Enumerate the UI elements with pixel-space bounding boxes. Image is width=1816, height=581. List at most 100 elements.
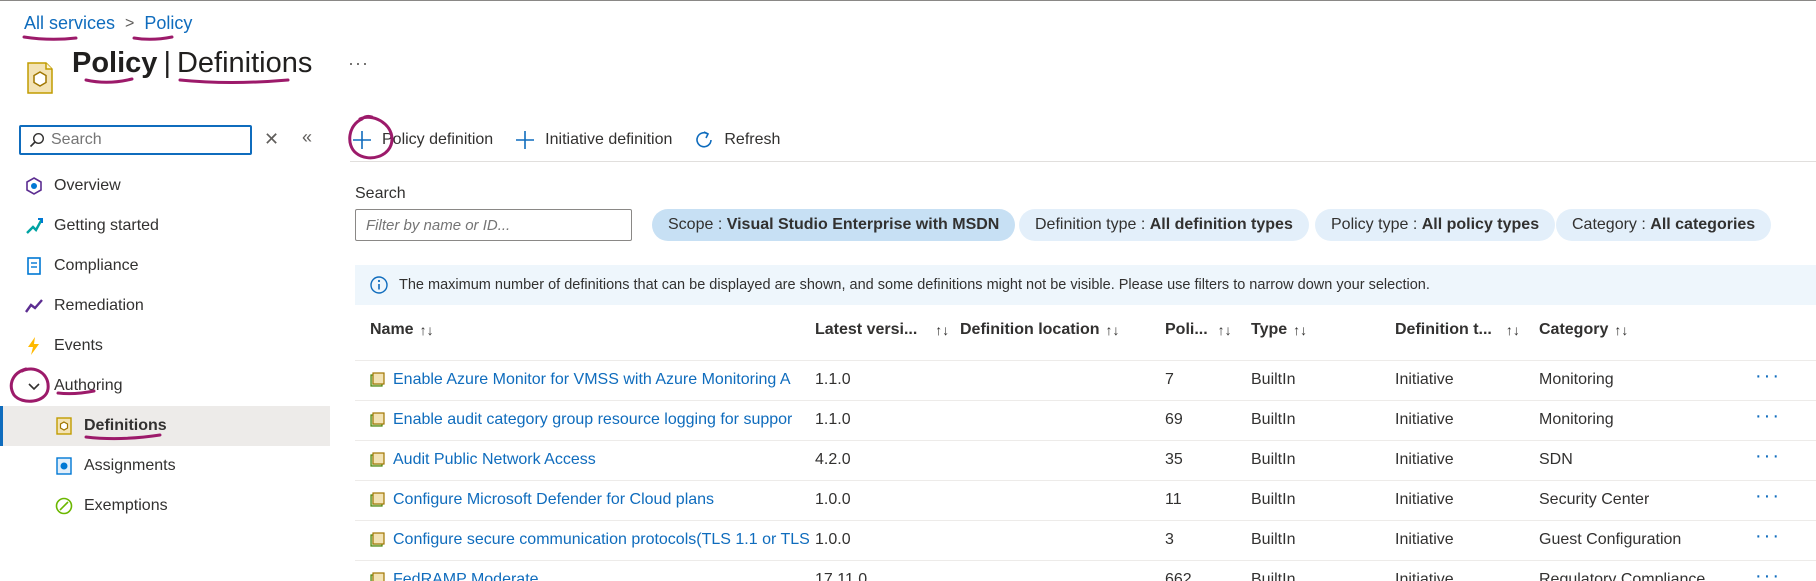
sidebar-item-overview[interactable]: Overview [0,166,330,206]
initiative-icon [370,492,385,507]
info-banner: The maximum number of definitions that c… [355,265,1816,305]
row-name-link[interactable]: Configure secure communication protocols… [393,531,809,549]
column-header-latest-version[interactable]: Latest versi... ↑↓ [815,321,949,339]
column-header-type[interactable]: Type ↑↓ [1251,321,1307,339]
column-label: Type [1251,321,1288,338]
page-title-separator: | [163,47,171,79]
sidebar-item-definitions[interactable]: Definitions [0,406,330,446]
policy-icon [27,62,53,94]
refresh-button[interactable]: Refresh [692,128,780,152]
exemptions-icon [54,496,74,516]
table-row[interactable]: Configure secure communication protocols… [355,520,1816,560]
pill-key: Policy type : [1331,216,1418,233]
row-name-cell[interactable]: Configure Microsoft Defender for Cloud p… [369,491,809,509]
breadcrumb-policy[interactable]: Policy [144,13,192,34]
row-name-link[interactable]: FedRAMP Moderate [393,571,539,581]
row-type: BuiltIn [1251,531,1296,548]
row-name-link[interactable]: Enable Azure Monitor for VMSS with Azure… [393,371,791,389]
row-name-cell[interactable]: Enable audit category group resource log… [369,411,809,429]
row-name-cell[interactable]: Configure secure communication protocols… [369,531,809,549]
pill-value: All definition types [1149,216,1293,233]
plus-icon [350,128,374,152]
sidebar-item-label: Definitions [84,417,167,434]
row-name-link[interactable]: Configure Microsoft Defender for Cloud p… [393,491,714,509]
row-more-button[interactable]: ··· [1755,485,1781,508]
initiative-icon [370,412,385,427]
sidebar-item-label: Authoring [54,377,123,394]
column-header-category[interactable]: Category ↑↓ [1539,321,1628,339]
column-header-definition-location[interactable]: Definition location ↑↓ [960,321,1120,339]
sidebar-item-events[interactable]: Events [0,326,330,366]
row-name-cell[interactable]: Audit Public Network Access [369,451,809,469]
initiative-icon [370,572,385,581]
sidebar-item-authoring[interactable]: Authoring [0,366,330,406]
row-policies: 11 [1165,491,1182,508]
column-label: Definition t... [1395,321,1492,338]
row-name-cell[interactable]: FedRAMP Moderate [369,571,809,581]
column-label: Latest versi... [815,321,918,338]
sidebar-item-remediation[interactable]: Remediation [0,286,330,326]
row-name-link[interactable]: Audit Public Network Access [393,451,596,469]
row-category: Guest Configuration [1539,531,1682,548]
row-category: Regulatory Compliance [1539,571,1706,581]
column-header-policies[interactable]: Poli... ↑↓ [1165,321,1232,339]
column-header-definition-type[interactable]: Definition t... ↑↓ [1395,321,1520,339]
row-definition-type: Initiative [1395,451,1454,468]
row-definition-type: Initiative [1395,371,1454,388]
underline-all-services [22,35,78,41]
info-icon [370,276,388,294]
sort-icon: ↑↓ [419,322,434,338]
table-row[interactable]: Enable Azure Monitor for VMSS with Azure… [355,360,1816,400]
row-policies: 69 [1165,411,1183,428]
row-type: BuiltIn [1251,371,1296,388]
row-definition-type: Initiative [1395,571,1454,581]
add-initiative-definition-button[interactable]: Initiative definition [513,128,672,152]
info-banner-text: The maximum number of definitions that c… [399,277,1430,293]
remediation-icon [24,296,44,316]
row-more-button[interactable]: ··· [1755,565,1781,581]
row-more-button[interactable]: ··· [1755,365,1781,388]
scope-filter-pill[interactable]: Scope : Visual Studio Enterprise with MS… [652,209,1016,241]
events-icon [24,336,44,356]
collapse-sidebar-icon[interactable]: « [302,127,312,148]
sidebar-item-exemptions[interactable]: Exemptions [0,486,330,526]
chevron-down-icon[interactable] [24,376,44,396]
sidebar-search-box[interactable] [19,125,252,155]
assignments-icon [54,456,74,476]
table-row[interactable]: FedRAMP Moderate 17.11.0 662 BuiltIn Ini… [355,560,1816,581]
sidebar-item-label: Overview [54,177,121,194]
breadcrumb-all-services[interactable]: All services [24,13,115,34]
category-filter-pill[interactable]: Category : All categories [1556,209,1772,241]
row-policies: 7 [1165,371,1174,388]
table-row[interactable]: Audit Public Network Access 4.2.0 35 Bui… [355,440,1816,480]
filter-search-input[interactable] [355,209,632,241]
column-label: Category [1539,321,1609,338]
row-name-link[interactable]: Enable audit category group resource log… [393,411,792,429]
definition-type-filter-pill[interactable]: Definition type : All definition types [1019,209,1309,241]
policy-type-filter-pill[interactable]: Policy type : All policy types [1315,209,1556,241]
row-definition-type: Initiative [1395,411,1454,428]
clear-icon[interactable]: ✕ [264,129,279,150]
search-icon [29,132,45,148]
column-header-name[interactable]: Name ↑↓ [370,321,434,339]
sidebar-item-compliance[interactable]: Compliance [0,246,330,286]
table-row[interactable]: Configure Microsoft Defender for Cloud p… [355,480,1816,520]
row-more-button[interactable]: ··· [1755,525,1781,548]
initiative-icon [370,372,385,387]
row-more-button[interactable]: ··· [1755,405,1781,428]
row-category: Monitoring [1539,371,1614,388]
sidebar-item-label: Remediation [54,297,144,314]
row-category: Monitoring [1539,411,1614,428]
row-name-cell[interactable]: Enable Azure Monitor for VMSS with Azure… [369,371,809,389]
add-policy-definition-button[interactable]: Policy definition [350,128,493,152]
sidebar-search-input[interactable] [51,131,231,149]
header-more-button[interactable]: ··· [348,53,369,74]
page-title-page: Definitions [176,47,313,79]
sidebar-item-label: Events [54,337,103,354]
underline-policy-breadcrumb [132,35,174,41]
row-more-button[interactable]: ··· [1755,445,1781,468]
plus-icon [513,128,537,152]
table-row[interactable]: Enable audit category group resource log… [355,400,1816,440]
sidebar-item-assignments[interactable]: Assignments [0,446,330,486]
sidebar-item-getting-started[interactable]: Getting started [0,206,330,246]
